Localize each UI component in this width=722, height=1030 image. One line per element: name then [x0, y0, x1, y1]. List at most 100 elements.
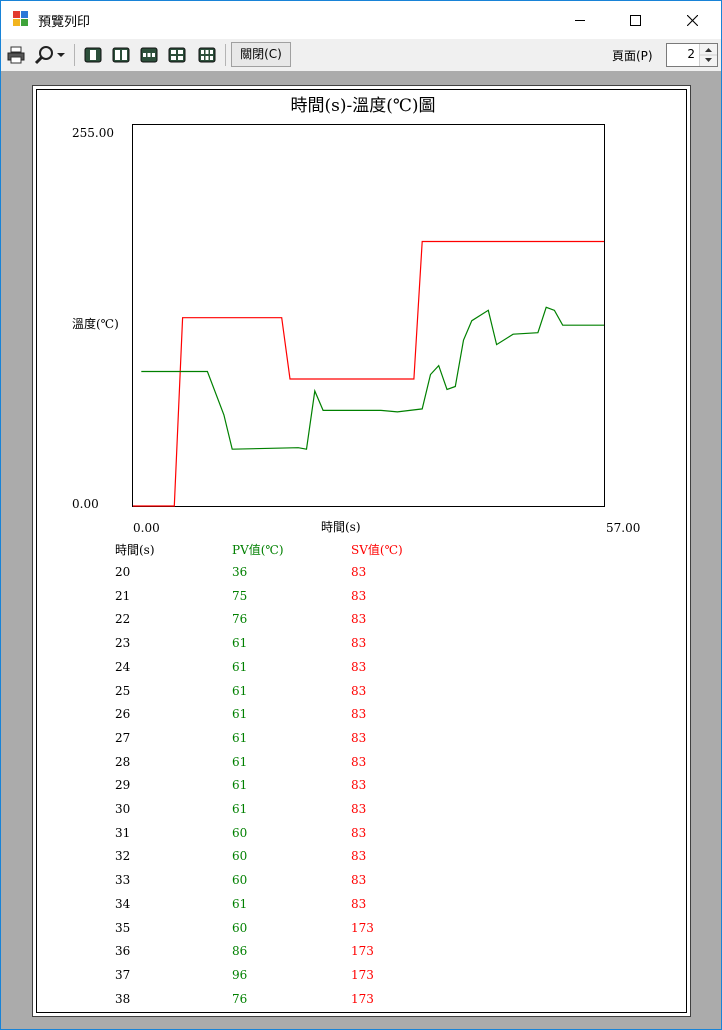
pv-cell: 76: [232, 991, 248, 1006]
pv-cell: 61: [232, 778, 248, 793]
plot-area: [132, 124, 605, 507]
time-cell: 22: [115, 612, 131, 627]
time-cell: 20: [115, 565, 131, 579]
sv-cell: 83: [351, 778, 367, 793]
time-cell: 38: [115, 991, 131, 1006]
temperature-chart: 時間(s)-溫度(℃)圖 255.00 0.00 溫度(℃) 0.00 57.0…: [72, 96, 640, 535]
toolbar-separator: [225, 44, 226, 66]
time-cell: 25: [115, 683, 131, 698]
time-cell: 31: [115, 825, 131, 840]
pv-cell: 86: [232, 944, 248, 959]
preview-page: 時間(s)-溫度(℃)圖 255.00 0.00 溫度(℃) 0.00 57.0…: [32, 85, 691, 1017]
pv-series-line: [141, 306, 604, 450]
sv-cell: 83: [351, 754, 367, 769]
sv-cell: 173: [351, 967, 374, 982]
six-pages-icon: [198, 47, 216, 63]
sv-cell: 173: [351, 991, 374, 1006]
pv-cell: 61: [232, 707, 248, 722]
sv-cell: 83: [351, 707, 367, 722]
time-cell: 37: [115, 967, 131, 982]
sv-cell: 83: [351, 802, 367, 816]
time-cell: 23: [115, 636, 131, 651]
chevron-down-icon: [57, 53, 65, 57]
pv-cell: 96: [232, 967, 248, 982]
two-pages-button[interactable]: [109, 43, 133, 67]
title-bar: 預覽列印: [1, 1, 721, 39]
time-cell: 24: [115, 659, 131, 674]
pv-cell: 61: [232, 683, 248, 698]
page-spinner[interactable]: 2: [666, 43, 718, 67]
pv-cell: 36: [232, 565, 248, 579]
sv-cell: 173: [351, 944, 374, 959]
chart-title: 時間(s)-溫度(℃)圖: [290, 96, 435, 116]
six-pages-button[interactable]: [195, 43, 219, 67]
time-cell: 29: [115, 778, 131, 793]
pv-cell: 60: [232, 920, 248, 935]
pv-cell: 60: [232, 849, 248, 864]
time-cell: 35: [115, 920, 131, 935]
spinner-arrows-icon: [700, 48, 717, 62]
x-tick-max: 57.00: [606, 521, 640, 535]
y-axis-label: 溫度(℃): [72, 316, 119, 331]
sv-cell: 83: [351, 565, 367, 579]
time-cell: 32: [115, 849, 131, 864]
window-title: 預覽列印: [38, 15, 91, 30]
sv-cell: 83: [351, 659, 367, 674]
two-pages-icon: [112, 47, 130, 63]
zoom-icon: [34, 46, 53, 65]
print-button[interactable]: [4, 43, 28, 67]
three-pages-button[interactable]: [137, 43, 161, 67]
pv-cell: 61: [232, 636, 248, 651]
four-pages-icon: [168, 47, 186, 63]
maximize-button[interactable]: [612, 1, 658, 39]
pv-cell: 61: [232, 754, 248, 769]
sv-column-header: SV值(℃): [351, 543, 403, 557]
close-icon: [686, 14, 698, 26]
x-axis-label: 時間(s): [321, 520, 361, 534]
time-cell: 34: [115, 896, 131, 911]
pv-cell: 60: [232, 873, 248, 888]
one-page-icon: [84, 47, 102, 63]
app-icon: [13, 11, 29, 27]
sv-cell: 83: [351, 896, 367, 911]
pv-cell: 61: [232, 802, 248, 816]
sv-cell: 83: [351, 636, 367, 651]
toolbar: 關閉(C) 頁面(P) 2: [1, 39, 721, 71]
pv-cell: 60: [232, 825, 248, 840]
toolbar-separator: [74, 44, 75, 66]
print-preview-window: 預覽列印 關閉(C) 頁面(P) 2 時間(s)-溫度(℃)圖 255.00 0…: [0, 0, 722, 1030]
close-preview-button[interactable]: 關閉(C): [231, 42, 291, 67]
pv-cell: 61: [232, 730, 248, 745]
pv-column-header: PV值(℃): [232, 543, 284, 557]
preview-viewport[interactable]: 時間(s)-溫度(℃)圖 255.00 0.00 溫度(℃) 0.00 57.0…: [1, 71, 721, 1029]
four-pages-button[interactable]: [165, 43, 189, 67]
maximize-icon: [629, 14, 641, 26]
time-cell: 33: [115, 873, 131, 888]
sv-cell: 83: [351, 588, 367, 603]
time-cell: 27: [115, 730, 131, 745]
sv-cell: 83: [351, 612, 367, 627]
minimize-button[interactable]: [557, 1, 603, 39]
time-cell: 21: [115, 588, 131, 603]
page-value: 2: [687, 47, 695, 61]
sv-cell: 83: [351, 683, 367, 698]
y-tick-max: 255.00: [72, 126, 114, 140]
sv-cell: 173: [351, 920, 374, 935]
page-spinner-arrows[interactable]: [699, 44, 717, 66]
close-window-button[interactable]: [669, 1, 715, 39]
sv-series-line: [133, 240, 604, 507]
zoom-button[interactable]: [30, 43, 70, 67]
sv-cell: 83: [351, 849, 367, 864]
sv-cell: 83: [351, 825, 367, 840]
y-tick-min: 0.00: [72, 497, 99, 511]
time-cell: 26: [115, 707, 131, 722]
time-cell: 36: [115, 944, 131, 959]
sv-cell: 83: [351, 730, 367, 745]
pv-cell: 61: [232, 659, 248, 674]
x-tick-min: 0.00: [133, 521, 160, 535]
print-icon: [7, 46, 25, 64]
one-page-button[interactable]: [81, 43, 105, 67]
time-column-header: 時間(s): [115, 543, 155, 557]
minimize-icon: [575, 20, 585, 21]
time-cell: 28: [115, 754, 131, 769]
